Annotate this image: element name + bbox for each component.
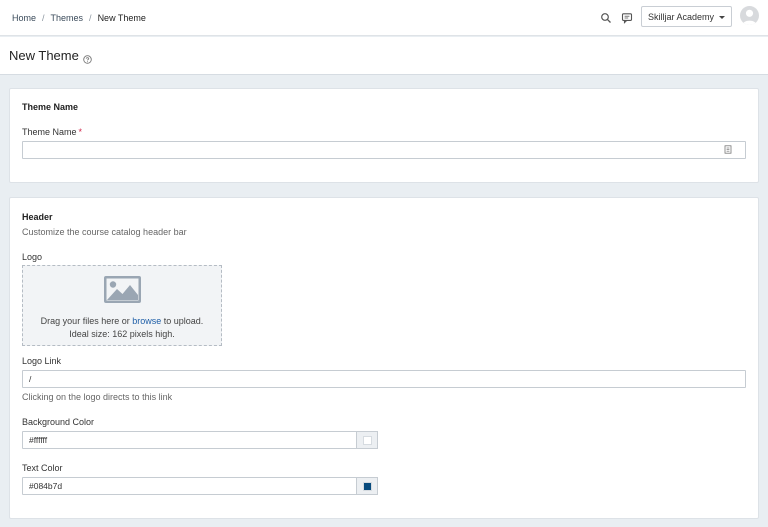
background-color-picker[interactable]: [356, 431, 378, 449]
breadcrumb-separator: /: [42, 13, 45, 23]
org-select-value: Skilljar Academy: [648, 11, 715, 22]
breadcrumb: Home / Themes / New Theme: [12, 13, 146, 23]
theme-name-label: Theme Name *: [22, 127, 82, 137]
theme-name-card: Theme Name Theme Name *: [9, 88, 759, 183]
ideal-size-text: Ideal size: 162 pixels high.: [69, 329, 175, 339]
org-select[interactable]: Skilljar Academy: [641, 6, 732, 27]
text-color-picker[interactable]: [356, 477, 378, 495]
background-color-swatch: [363, 436, 372, 445]
background-color-input[interactable]: [22, 431, 357, 449]
search-icon[interactable]: [600, 12, 612, 24]
comment-icon[interactable]: [621, 12, 633, 24]
drop-suffix: to upload.: [163, 316, 204, 326]
required-marker: *: [78, 127, 83, 137]
dropzone-instructions: Drag your files here or browse to upload…: [23, 316, 221, 326]
browse-link[interactable]: browse: [132, 316, 161, 326]
background-color-label: Background Color: [22, 417, 95, 427]
logo-dropzone[interactable]: Drag your files here or browse to upload…: [22, 265, 222, 346]
logo-link-help: Clicking on the logo directs to this lin…: [22, 392, 173, 402]
logo-link-input[interactable]: [22, 370, 746, 388]
drop-prefix: Drag your files here or: [40, 316, 130, 326]
section-title: Theme Name: [22, 102, 79, 112]
breadcrumb-current: New Theme: [97, 13, 146, 23]
theme-name-label-text: Theme Name: [22, 127, 77, 137]
image-icon: [104, 276, 141, 303]
page-title-text: New Theme: [9, 48, 79, 63]
theme-name-input[interactable]: [22, 141, 746, 159]
section-title: Header: [22, 212, 53, 222]
logo-label: Logo: [22, 252, 43, 262]
breadcrumb-themes[interactable]: Themes: [51, 13, 84, 23]
text-color-input[interactable]: [22, 477, 357, 495]
section-description: Customize the course catalog header bar: [22, 227, 187, 237]
question-circle-icon[interactable]: [83, 52, 92, 64]
header-card: Header Customize the course catalog head…: [9, 197, 759, 519]
text-color-label: Text Color: [22, 463, 63, 473]
text-color-swatch: [363, 482, 372, 491]
page-header: New Theme: [0, 37, 768, 75]
breadcrumb-home[interactable]: Home: [12, 13, 36, 23]
chevron-down-icon: [719, 16, 725, 19]
top-bar: Home / Themes / New Theme Skilljar Acade…: [0, 0, 768, 36]
user-avatar-icon: [742, 9, 757, 25]
autofill-icon[interactable]: [724, 145, 732, 154]
avatar[interactable]: [740, 6, 759, 25]
logo-link-label: Logo Link: [22, 356, 62, 366]
top-icons: [600, 12, 633, 24]
page-title: New Theme: [9, 48, 92, 64]
breadcrumb-separator: /: [89, 13, 92, 23]
